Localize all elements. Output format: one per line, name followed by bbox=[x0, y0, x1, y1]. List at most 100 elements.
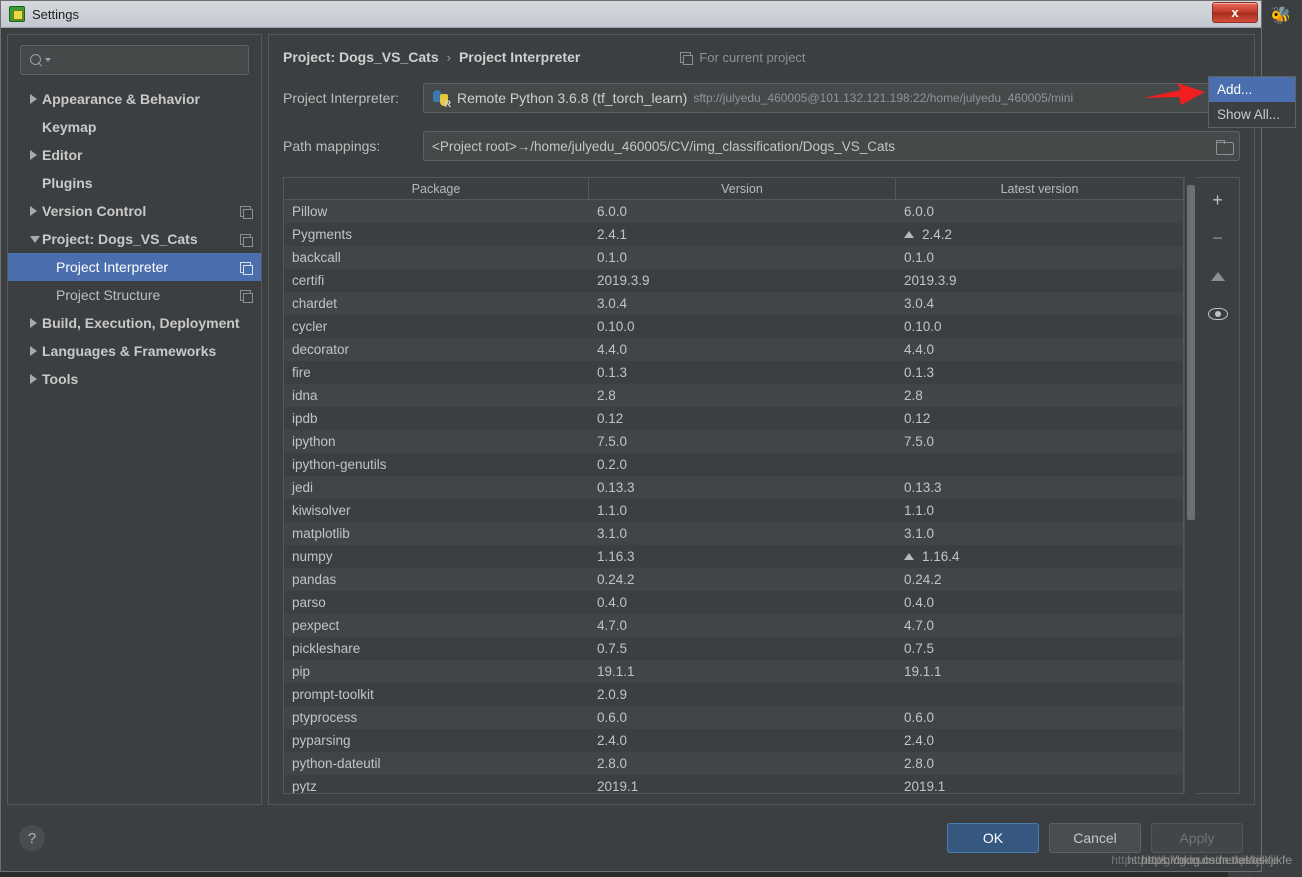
table-row[interactable]: parso 0.4.0 0.4.0 bbox=[284, 591, 1183, 614]
sidebar-item-project-structure[interactable]: Project Structure bbox=[8, 281, 261, 309]
search-icon bbox=[29, 53, 43, 67]
bug-icon[interactable]: 🐝 bbox=[1270, 6, 1291, 26]
cell-version: 0.12 bbox=[597, 411, 624, 426]
cell-package: pyparsing bbox=[292, 733, 351, 748]
table-row[interactable]: backcall 0.1.0 0.1.0 bbox=[284, 246, 1183, 269]
upgrade-package-button[interactable] bbox=[1206, 264, 1230, 288]
cell-latest-version-text: 0.10.0 bbox=[904, 319, 942, 334]
sidebar-item-appearance-behavior[interactable]: Appearance & Behavior bbox=[8, 85, 261, 113]
cell-version: 4.7.0 bbox=[597, 618, 628, 633]
chevron-down-icon[interactable] bbox=[30, 235, 40, 243]
table-row[interactable]: ptyprocess 0.6.0 0.6.0 bbox=[284, 706, 1183, 729]
copy-settings-icon[interactable] bbox=[240, 261, 253, 275]
settings-dialog: Settings x Appearance & Behavior Keymap Ed… bbox=[0, 0, 1262, 872]
table-row[interactable]: ipython-genutils 0.2.0 bbox=[284, 453, 1183, 476]
chevron-right-icon[interactable] bbox=[30, 206, 37, 216]
for-current-project: For current project bbox=[680, 50, 806, 65]
chevron-right-icon[interactable] bbox=[30, 318, 37, 328]
table-row[interactable]: prompt-toolkit 2.0.9 bbox=[284, 683, 1183, 706]
column-header-version[interactable]: Version bbox=[589, 178, 896, 199]
table-row[interactable]: kiwisolver 1.1.0 1.1.0 bbox=[284, 499, 1183, 522]
table-row[interactable]: matplotlib 3.1.0 3.1.0 bbox=[284, 522, 1183, 545]
chevron-right-icon[interactable] bbox=[30, 94, 37, 104]
cell-version: 0.1.3 bbox=[597, 365, 628, 380]
copy-settings-icon[interactable] bbox=[240, 233, 253, 247]
cell-package: ptyprocess bbox=[292, 710, 358, 725]
copy-settings-icon[interactable] bbox=[240, 205, 253, 219]
table-row[interactable]: ipdb 0.12 0.12 bbox=[284, 407, 1183, 430]
packages-toolbar: + − bbox=[1196, 177, 1240, 794]
table-row[interactable]: numpy 1.16.3 1.16.4 bbox=[284, 545, 1183, 568]
sidebar-item-project-dogs-vs-cats[interactable]: Project: Dogs_VS_Cats bbox=[8, 225, 261, 253]
column-header-latest-version[interactable]: Latest version bbox=[896, 178, 1183, 199]
table-row[interactable]: certifi 2019.3.9 2019.3.9 bbox=[284, 269, 1183, 292]
sidebar-item-languages-frameworks[interactable]: Languages & Frameworks bbox=[8, 337, 261, 365]
close-icon[interactable]: x bbox=[1212, 2, 1258, 23]
chevron-right-icon[interactable] bbox=[30, 374, 37, 384]
packages-table: Package Version Latest version Pillow 6.0… bbox=[283, 177, 1184, 794]
cell-version: 4.4.0 bbox=[597, 342, 628, 357]
table-row[interactable]: pip 19.1.1 19.1.1 bbox=[284, 660, 1183, 683]
cell-version: 2019.1 bbox=[597, 779, 639, 793]
cell-package: Pygments bbox=[292, 227, 353, 242]
table-row[interactable]: pexpect 4.7.0 4.7.0 bbox=[284, 614, 1183, 637]
table-row[interactable]: pandas 0.24.2 0.24.2 bbox=[284, 568, 1183, 591]
table-row[interactable]: fire 0.1.3 0.1.3 bbox=[284, 361, 1183, 384]
ok-button[interactable]: OK bbox=[947, 823, 1039, 853]
sidebar-item-editor[interactable]: Editor bbox=[8, 141, 261, 169]
show-early-releases-button[interactable] bbox=[1206, 302, 1230, 326]
cell-package: jedi bbox=[292, 480, 314, 495]
packages-scrollbar[interactable] bbox=[1184, 177, 1196, 794]
cell-package: kiwisolver bbox=[292, 503, 351, 518]
table-row[interactable]: idna 2.8 2.8 bbox=[284, 384, 1183, 407]
search-box[interactable] bbox=[20, 45, 249, 75]
cell-latest-version-text: 1.1.0 bbox=[904, 503, 935, 518]
sidebar-item-keymap[interactable]: Keymap bbox=[8, 113, 261, 141]
table-row[interactable]: jedi 0.13.3 0.13.3 bbox=[284, 476, 1183, 499]
remove-package-button[interactable]: − bbox=[1206, 226, 1230, 250]
cancel-button[interactable]: Cancel bbox=[1049, 823, 1141, 853]
table-row[interactable]: pytz 2019.1 2019.1 bbox=[284, 775, 1183, 793]
search-input[interactable] bbox=[57, 51, 240, 69]
cell-latest-version-text: 0.12 bbox=[904, 411, 931, 426]
table-row[interactable]: Pygments 2.4.1 2.4.2 bbox=[284, 223, 1183, 246]
table-row[interactable]: ipython 7.5.0 7.5.0 bbox=[284, 430, 1183, 453]
cell-version: 7.5.0 bbox=[597, 434, 628, 449]
table-row[interactable]: decorator 4.4.0 4.4.0 bbox=[284, 338, 1183, 361]
table-row[interactable]: pyparsing 2.4.0 2.4.0 bbox=[284, 729, 1183, 752]
menu-item-add[interactable]: Add... bbox=[1209, 77, 1295, 102]
chevron-right-icon[interactable] bbox=[30, 346, 37, 356]
upgrade-icon bbox=[1210, 271, 1225, 281]
chevron-down-icon[interactable] bbox=[45, 58, 51, 62]
folder-icon[interactable] bbox=[1216, 139, 1234, 155]
column-header-package[interactable]: Package bbox=[284, 178, 589, 199]
table-row[interactable]: pickleshare 0.7.5 0.7.5 bbox=[284, 637, 1183, 660]
table-row[interactable]: python-dateutil 2.8.0 2.8.0 bbox=[284, 752, 1183, 775]
help-button[interactable]: ? bbox=[19, 825, 45, 851]
cell-package: ipython bbox=[292, 434, 336, 449]
sidebar-item-plugins[interactable]: Plugins bbox=[8, 169, 261, 197]
sidebar-item-build-execution-deployment[interactable]: Build, Execution, Deployment bbox=[8, 309, 261, 337]
cell-latest-version: 2019.3.9 bbox=[896, 273, 1183, 288]
sidebar-item-project-interpreter[interactable]: Project Interpreter bbox=[8, 253, 261, 281]
path-mappings-field[interactable]: <Project root>→/home/julyedu_460005/CV/i… bbox=[423, 131, 1240, 161]
interpreter-dropdown-menu: Add... Show All... bbox=[1208, 76, 1296, 128]
cell-latest-version-text: 2.8.0 bbox=[904, 756, 935, 771]
path-mappings-value: <Project root>→/home/julyedu_460005/CV/i… bbox=[432, 138, 896, 154]
cell-version: 2.0.9 bbox=[597, 687, 628, 702]
cell-version: 0.4.0 bbox=[597, 595, 628, 610]
table-row[interactable]: cycler 0.10.0 0.10.0 bbox=[284, 315, 1183, 338]
menu-item-show-all[interactable]: Show All... bbox=[1209, 102, 1295, 127]
cell-package: backcall bbox=[292, 250, 341, 265]
packages-scrollbar-thumb[interactable] bbox=[1187, 185, 1195, 520]
table-row[interactable]: chardet 3.0.4 3.0.4 bbox=[284, 292, 1183, 315]
table-row[interactable]: Pillow 6.0.0 6.0.0 bbox=[284, 200, 1183, 223]
copy-settings-icon[interactable] bbox=[240, 289, 253, 303]
add-package-button[interactable]: + bbox=[1206, 188, 1230, 212]
sidebar-item-tools[interactable]: Tools bbox=[8, 365, 261, 393]
project-interpreter-value: Remote Python 3.6.8 (tf_torch_learn) bbox=[457, 90, 688, 106]
chevron-right-icon[interactable] bbox=[30, 150, 37, 160]
project-interpreter-combo[interactable]: R Remote Python 3.6.8 (tf_torch_learn) s… bbox=[423, 83, 1240, 113]
sidebar-item-version-control[interactable]: Version Control bbox=[8, 197, 261, 225]
cell-latest-version-text: 0.4.0 bbox=[904, 595, 935, 610]
